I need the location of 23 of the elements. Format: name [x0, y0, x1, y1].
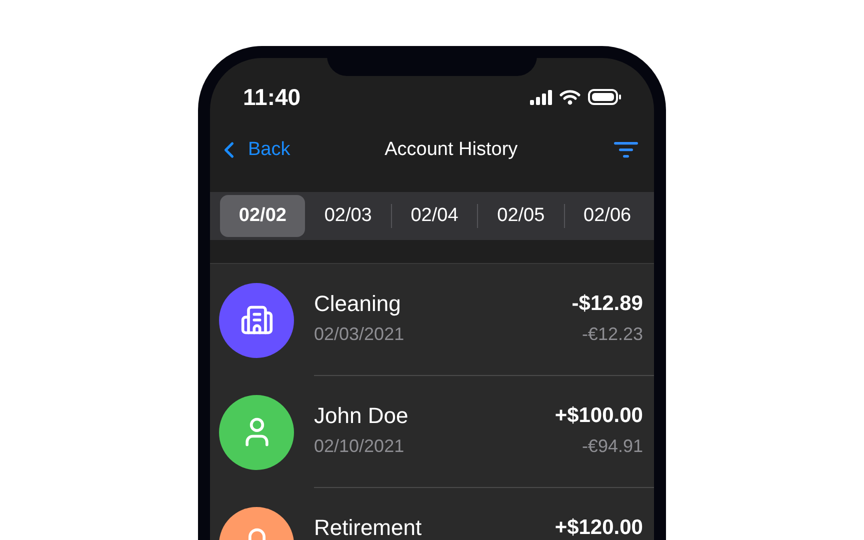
transaction-amount: -$12.89	[572, 293, 643, 314]
building-icon	[240, 303, 274, 337]
transaction-date: 02/10/2021	[314, 437, 406, 455]
date-tab[interactable]: 02/06	[564, 195, 650, 237]
back-button[interactable]: Back	[216, 136, 290, 164]
date-tab[interactable]: 02/05	[478, 195, 564, 237]
battery-icon	[588, 89, 622, 105]
transaction-name: Cleaning	[314, 293, 402, 315]
date-tab[interactable]: 02/02	[220, 195, 306, 237]
wifi-icon	[559, 89, 581, 105]
transaction-date: 02/03/2021	[314, 325, 404, 343]
transaction-name: Retirement	[314, 517, 422, 539]
signal-icon	[530, 90, 552, 104]
date-tab[interactable]: 02/04	[392, 195, 478, 237]
screen-title: Account History	[384, 138, 518, 162]
status-time: 11:40	[243, 82, 301, 112]
transaction-amount: +$120.00	[554, 517, 643, 538]
transaction-amount: +$100.00	[554, 405, 643, 426]
converted-amount: -€12.23	[582, 325, 643, 343]
transaction-name: John Doe	[314, 405, 408, 427]
converted-amount: -€94.91	[582, 437, 643, 455]
filter-icon	[614, 142, 638, 158]
date-tab[interactable]: 02/03	[305, 195, 391, 237]
